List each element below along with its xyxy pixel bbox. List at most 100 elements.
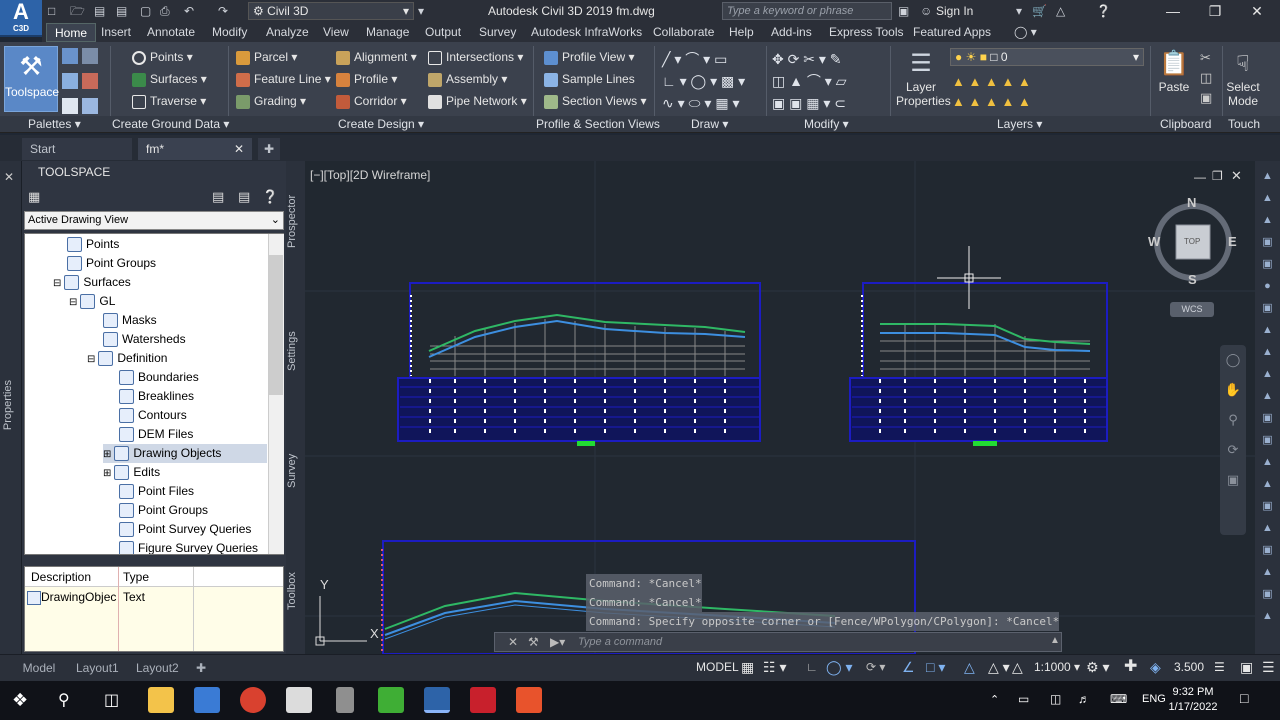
viewcube-west[interactable]: W: [1148, 234, 1160, 249]
survey-icon[interactable]: [62, 73, 78, 89]
erase-icon[interactable]: ✎: [830, 51, 842, 67]
viewport-controls-label[interactable]: [−][Top][2D Wireframe]: [310, 168, 430, 182]
task-view-icon[interactable]: ◫: [104, 690, 119, 710]
toolspace-help-icon[interactable]: ❔: [262, 189, 278, 205]
chevron-down-icon[interactable]: ▾: [1016, 3, 1022, 20]
table-row[interactable]: DrawingObjec: [27, 587, 116, 607]
tab-addins[interactable]: Add-ins: [771, 23, 812, 42]
tab-settings[interactable]: Settings: [286, 301, 305, 401]
close-button[interactable]: ✕: [1236, 0, 1278, 23]
column-header-description[interactable]: Description: [31, 567, 91, 587]
arc-icon[interactable]: ⌒: [685, 51, 699, 67]
circle-icon[interactable]: ◯: [691, 73, 707, 89]
tree-item[interactable]: ⊟ Definition: [87, 349, 167, 368]
tab-collaborate[interactable]: Collaborate: [653, 23, 714, 42]
quick-access-save-icon[interactable]: ▤: [94, 3, 105, 20]
new-tab-button[interactable]: ✚: [258, 138, 280, 160]
tab-view[interactable]: View: [323, 23, 349, 42]
snap-icon[interactable]: ☷ ▾: [763, 658, 786, 676]
wrench-icon[interactable]: ⚒: [528, 635, 539, 649]
viewport-minimize-icon[interactable]: —: [1194, 170, 1206, 184]
quick-access-redo-icon[interactable]: ↷: [218, 3, 228, 20]
layout-tab-1[interactable]: Layout1: [68, 658, 127, 678]
scale-icon[interactable]: ▣: [789, 95, 802, 111]
layer-merge-icon[interactable]: ▲: [1018, 94, 1031, 109]
zoom-icon[interactable]: ⚲: [1220, 405, 1246, 435]
select-mode-button[interactable]: ☟ Select Mode: [1224, 48, 1262, 108]
layer-walk-icon[interactable]: ▲: [985, 94, 998, 109]
toolspace-options-icon[interactable]: ▦: [28, 189, 40, 205]
line-icon[interactable]: ╱: [662, 51, 670, 67]
intersections-button[interactable]: Intersections ▾: [428, 47, 523, 67]
sample-lines-button[interactable]: Sample Lines: [544, 69, 635, 89]
minimize-button[interactable]: —: [1152, 0, 1194, 23]
surfaces-button[interactable]: Surfaces ▾: [132, 69, 207, 89]
layer-properties-button[interactable]: ☰ Layer Properties: [896, 48, 951, 108]
paste-button[interactable]: 📋 Paste: [1154, 48, 1194, 94]
tree-item[interactable]: Watersheds: [103, 330, 186, 349]
camtasia-recorder-icon[interactable]: [516, 687, 542, 713]
customization-icon[interactable]: ☰: [1214, 658, 1225, 676]
tree-item[interactable]: Point Survey Queries: [119, 520, 251, 539]
calculator-icon[interactable]: [286, 687, 312, 713]
file-explorer-icon[interactable]: [148, 687, 174, 713]
sign-in-button[interactable]: Sign In: [936, 3, 973, 20]
quick-access-plot-icon[interactable]: ⎙: [160, 3, 170, 20]
tab-home[interactable]: Home: [46, 23, 97, 42]
layer-lock-icon[interactable]: ▲: [1002, 74, 1015, 89]
layer-iso-icon[interactable]: ▲: [952, 74, 965, 89]
cart-icon[interactable]: 🛒: [1032, 3, 1047, 20]
ortho-icon[interactable]: ∟: [806, 658, 818, 676]
tab-start[interactable]: Start: [22, 138, 132, 160]
autodesk-a360-icon[interactable]: △: [1056, 3, 1065, 20]
panel-modify[interactable]: Modify ▾: [804, 116, 849, 133]
system-clock[interactable]: 9:32 PM 1/17/2022: [1162, 685, 1224, 715]
tab-survey[interactable]: Survey: [286, 421, 305, 521]
panel-clipboard[interactable]: Clipboard: [1160, 116, 1211, 133]
boundary-icon[interactable]: ▦: [715, 95, 728, 111]
quick-access-web-icon[interactable]: ▢: [140, 3, 151, 20]
layout-tab-2[interactable]: Layout2: [128, 658, 187, 678]
viewport-restore-icon[interactable]: ❐: [1212, 169, 1223, 183]
usb-drive-icon[interactable]: [336, 687, 354, 713]
tab-survey[interactable]: Survey: [479, 23, 516, 42]
viewcube-east[interactable]: E: [1228, 234, 1237, 249]
command-prompt-icon[interactable]: ▶▾: [550, 635, 565, 649]
rotate-icon[interactable]: ⟳: [788, 51, 800, 67]
tree-item[interactable]: ⊟ GL: [69, 292, 115, 311]
panel-layers[interactable]: Layers ▾: [997, 116, 1042, 133]
tab-featured-apps[interactable]: Featured Apps: [913, 23, 991, 42]
close-icon[interactable]: ✕: [234, 138, 244, 160]
gear-icon[interactable]: ⚙ ▾: [1086, 658, 1109, 676]
toolspace-list-icon[interactable]: ▤: [238, 189, 250, 205]
toolbox-icon[interactable]: [82, 73, 98, 89]
command-input[interactable]: Type a command: [578, 636, 662, 648]
tree-item[interactable]: Breaklines: [119, 387, 194, 406]
polar-tracking-icon[interactable]: ◯ ▾: [826, 658, 853, 676]
auto-scale-icon[interactable]: △ ▾: [988, 658, 1010, 676]
viewcube-top-face[interactable]: TOP: [1184, 237, 1200, 246]
steering-wheel-icon[interactable]: ◯: [1220, 345, 1246, 375]
add-layout-button[interactable]: ✚: [188, 658, 214, 678]
quick-access-undo-icon[interactable]: ↶: [184, 3, 194, 20]
profile-view-button[interactable]: Profile View ▾: [544, 47, 635, 67]
chevron-up-icon[interactable]: ⌃: [990, 693, 999, 706]
parcel-button[interactable]: Parcel ▾: [236, 47, 297, 67]
toolspace-button[interactable]: ⚒ Toolspace: [4, 46, 59, 112]
profile-button[interactable]: Profile ▾: [336, 69, 397, 89]
tab-manage[interactable]: Manage: [366, 23, 409, 42]
layer-current-icon[interactable]: ▲: [1002, 94, 1015, 109]
panel-profile-section-views[interactable]: Profile & Section Views: [536, 116, 660, 133]
application-menu-button[interactable]: A C3D: [0, 0, 42, 37]
tree-item[interactable]: DEM Files: [119, 425, 193, 444]
tab-prospector[interactable]: Prospector: [286, 171, 305, 271]
notifications-icon[interactable]: □: [1240, 690, 1248, 706]
section-views-button[interactable]: Section Views ▾: [544, 91, 647, 111]
prospector-icon[interactable]: [62, 48, 78, 64]
pipe-network-button[interactable]: Pipe Network ▾: [428, 91, 527, 111]
properties-side-tab[interactable]: Properties: [2, 380, 20, 430]
fillet-icon[interactable]: ⌒: [807, 73, 821, 89]
pan-icon[interactable]: ✋: [1220, 375, 1246, 405]
tab-fm-drawing[interactable]: fm* ✕: [138, 138, 252, 160]
tab-annotate[interactable]: Annotate: [147, 23, 195, 42]
